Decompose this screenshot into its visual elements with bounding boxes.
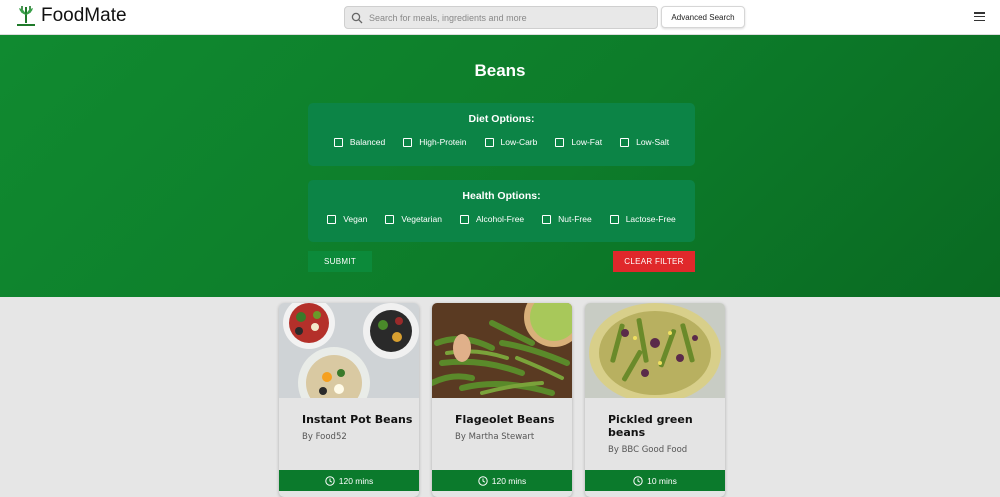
diet-option-high-protein[interactable]: High-Protein [403,137,467,147]
recipe-time: 10 mins [647,475,677,486]
checkbox[interactable] [327,214,337,224]
health-option-lactose-free[interactable]: Lactose-Free [609,214,676,224]
recipe-card[interactable]: Flageolet Beans By Martha Stewart 120 mi… [432,303,572,497]
checkbox[interactable] [333,137,343,147]
health-options-panel: Health Options: Vegan Vegetarian Alcohol… [308,180,695,242]
diet-options-panel: Diet Options: Balanced High-Protein Low-… [308,103,695,166]
hamburger-menu-icon[interactable] [974,12,985,21]
logo-text: FoodMate [41,5,127,26]
health-options-title: Health Options: [462,190,541,202]
health-option-vegan[interactable]: Vegan [327,214,367,224]
checkbox[interactable] [484,137,494,147]
recipe-time-bar: 120 mins [279,470,419,491]
search-filter-hero: Beans Diet Options: Balanced High-Protei… [0,35,1000,297]
checkbox[interactable] [385,214,395,224]
search-icon [351,12,363,23]
advanced-search-button[interactable]: Advanced Search [661,6,745,28]
search-bar[interactable] [344,6,658,29]
checkbox[interactable] [459,214,469,224]
health-option-nut-free[interactable]: Nut-Free [542,214,592,224]
recipe-time: 120 mins [338,475,374,486]
clock-icon [478,475,488,486]
recipe-image[interactable] [585,303,725,398]
recipe-time-bar: 120 mins [432,470,572,491]
bean-salad-image-icon [279,303,419,398]
recipe-time: 120 mins [491,475,527,486]
pickle-jar-image-icon [585,303,725,398]
recipe-source: By BBC Good Food [608,445,688,455]
health-option-vegetarian[interactable]: Vegetarian [385,214,442,224]
clock-icon [325,475,335,486]
recipe-title[interactable]: Instant Pot Beans [302,413,419,426]
green-beans-image-icon [432,303,572,398]
diet-option-low-fat[interactable]: Low-Fat [555,137,602,147]
recipe-title[interactable]: Flageolet Beans [455,413,572,426]
recipe-image[interactable] [432,303,572,398]
recipe-image[interactable] [279,303,419,398]
fork-plant-logo-icon [17,6,35,26]
top-navbar: FoodMate Advanced Search [0,0,1000,35]
health-option-alcohol-free[interactable]: Alcohol-Free [459,214,524,224]
recipe-source: By Food52 [302,432,347,442]
search-input[interactable] [369,12,649,23]
page-title: Beans [474,61,526,80]
recipe-card[interactable]: Pickled green beans By BBC Good Food 10 … [585,303,725,497]
submit-button[interactable]: SUBMIT [308,251,372,272]
recipe-time-bar: 10 mins [585,470,725,491]
diet-option-low-salt[interactable]: Low-Salt [620,137,669,147]
checkbox[interactable] [609,214,619,224]
diet-option-balanced[interactable]: Balanced [333,137,385,147]
diet-options-title: Diet Options: [468,113,535,125]
diet-option-low-carb[interactable]: Low-Carb [484,137,537,147]
checkbox[interactable] [542,214,552,224]
checkbox[interactable] [403,137,413,147]
clock-icon [633,475,643,486]
recipe-source: By Martha Stewart [455,432,535,442]
checkbox[interactable] [555,137,565,147]
checkbox[interactable] [620,137,630,147]
recipe-card[interactable]: Instant Pot Beans By Food52 120 mins [279,303,419,497]
logo[interactable]: FoodMate [14,3,127,29]
recipe-title[interactable]: Pickled green beans [608,413,725,439]
clear-filter-button[interactable]: CLEAR FILTER [613,251,695,272]
